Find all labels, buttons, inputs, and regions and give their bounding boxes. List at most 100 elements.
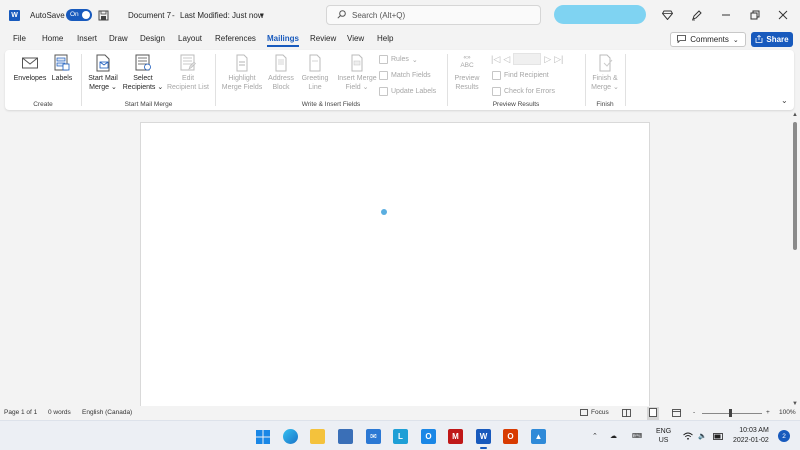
find-icon [492,71,501,80]
previous-record-icon[interactable]: ◁ [503,54,510,65]
office-icon[interactable]: O [503,429,518,444]
pen-icon[interactable] [681,0,711,30]
tab-design[interactable]: Design [140,34,165,43]
tab-draw[interactable]: Draw [109,34,128,43]
tab-file[interactable]: File [13,34,26,43]
insert-merge-field-button[interactable]: Insert Merge Field ⌄ [333,54,381,92]
search-icon [337,9,346,21]
preview-results-button[interactable]: «» ABC Preview Results [451,54,483,92]
language-status[interactable]: English (Canada) [82,409,132,416]
app-l-icon[interactable]: L [393,429,408,444]
search-placeholder: Search (Alt+Q) [352,10,406,20]
last-record-icon[interactable]: ▷| [554,54,563,65]
word-logo-icon[interactable]: W [9,0,20,30]
tab-view[interactable]: View [347,34,364,43]
photos-icon[interactable]: ▲ [531,429,546,444]
collapse-ribbon-icon[interactable]: ⌄ [781,96,788,105]
match-fields-button[interactable]: Match Fields [379,71,431,80]
page-count[interactable]: Page 1 of 1 [4,409,37,416]
comments-label: Comments [690,35,729,44]
group-finish-label: Finish [596,101,614,108]
keyboard-icon[interactable]: ⌨ [632,421,642,450]
next-record-icon[interactable]: ▷ [544,54,551,65]
zoom-level[interactable]: 100% [779,409,796,416]
tab-review[interactable]: Review [310,34,336,43]
volume-icon[interactable]: 🔈 [698,421,707,450]
address-block-button[interactable]: Address Block [266,54,296,92]
word-taskbar-icon[interactable]: W [476,429,491,449]
read-mode-icon[interactable] [622,409,631,419]
address-block-label: Address [268,75,294,82]
select-recipients-button[interactable]: Select Recipients ⌄ [122,54,164,92]
address-block-icon [275,54,287,72]
preview-results-label: Preview [454,75,480,82]
scrollbar-thumb[interactable] [793,122,797,250]
file-explorer-icon[interactable] [310,429,325,444]
highlight-merge-fields-button[interactable]: Highlight Merge Fields [219,54,265,92]
focus-button[interactable]: Focus [580,409,609,416]
check-errors-button[interactable]: Check for Errors [492,87,555,96]
greeting-line-button[interactable]: Greeting Line [298,54,332,92]
ribbon-panel: Envelopes Labels Create Start Mail Merge… [5,50,794,110]
restore-icon[interactable] [740,0,770,30]
tab-layout[interactable]: Layout [178,34,202,43]
comments-button[interactable]: Comments ⌄ [670,32,746,47]
chevron-down-icon[interactable]: ▾ [260,0,264,30]
finish-merge-label: Finish & [592,75,618,82]
clock[interactable]: 10:03 AM 2022-01-02 [733,421,769,450]
tab-mailings[interactable]: Mailings [267,34,300,47]
clock-date: 2022-01-02 [733,437,769,444]
record-number-input[interactable] [513,53,542,65]
tab-home[interactable]: Home [42,34,63,43]
status-bar: Page 1 of 1 0 words English (Canada) Foc… [0,406,800,420]
abc-preview-icon: «» ABC [460,54,474,69]
outlook-style-icon[interactable]: O [421,429,436,444]
zoom-out-button[interactable]: - [693,409,695,416]
document-page[interactable] [140,122,650,412]
modified-status[interactable]: Last Modified: Just now [180,0,264,30]
tab-help[interactable]: Help [377,34,393,43]
close-icon[interactable] [768,0,798,30]
tab-references[interactable]: References [215,34,256,43]
show-hidden-icons[interactable]: ⌃ [592,421,598,450]
start-mail-merge-button[interactable]: Start Mail Merge ⌄ [85,54,121,92]
labels-button[interactable]: Labels [49,54,75,83]
mail-icon[interactable]: ✉ [366,429,381,444]
save-icon[interactable] [98,0,109,30]
input-language[interactable]: ENG US [656,421,671,450]
store-icon[interactable] [338,429,353,444]
rules-button[interactable]: Rules ⌄ [379,55,418,64]
record-navigation: |◁ ◁ ▷ ▷| [491,53,563,65]
notification-badge[interactable]: 2 [778,421,790,450]
update-labels-button[interactable]: Update Labels [379,87,436,96]
edit-list-icon [180,54,196,71]
minimize-icon[interactable] [711,0,741,30]
share-button[interactable]: Share [751,32,793,47]
diamond-icon[interactable] [652,0,682,30]
battery-icon[interactable] [713,421,724,450]
zoom-in-button[interactable]: + [766,409,770,416]
mcafee-icon[interactable]: M [448,429,463,444]
edit-recipient-list-label: Edit [181,75,195,82]
edge-browser-icon[interactable] [283,429,298,444]
tab-insert[interactable]: Insert [77,34,97,43]
vertical-scrollbar[interactable]: ▲ ▼ [790,112,800,407]
finish-merge-button[interactable]: Finish & Merge ⌄ [589,54,621,92]
group-separator [585,54,586,106]
envelopes-button[interactable]: Envelopes [12,54,48,83]
autosave-toggle[interactable]: On [66,0,92,30]
account-name-redacted[interactable] [554,5,646,24]
find-recipient-button[interactable]: Find Recipient [492,71,549,80]
first-record-icon[interactable]: |◁ [491,54,500,65]
zoom-slider-thumb[interactable] [729,409,732,417]
scroll-up-icon[interactable]: ▲ [792,112,798,118]
web-layout-icon[interactable] [672,409,681,419]
cloud-icon[interactable]: ☁ [610,421,617,450]
print-layout-icon[interactable] [647,407,659,420]
search-box[interactable]: Search (Alt+Q) [326,5,541,25]
word-count[interactable]: 0 words [48,409,71,416]
windows-start-icon[interactable] [255,429,270,444]
zoom-slider[interactable] [702,413,762,414]
edit-recipient-list-button[interactable]: Edit Recipient List [165,54,211,92]
wifi-icon[interactable] [683,421,693,450]
